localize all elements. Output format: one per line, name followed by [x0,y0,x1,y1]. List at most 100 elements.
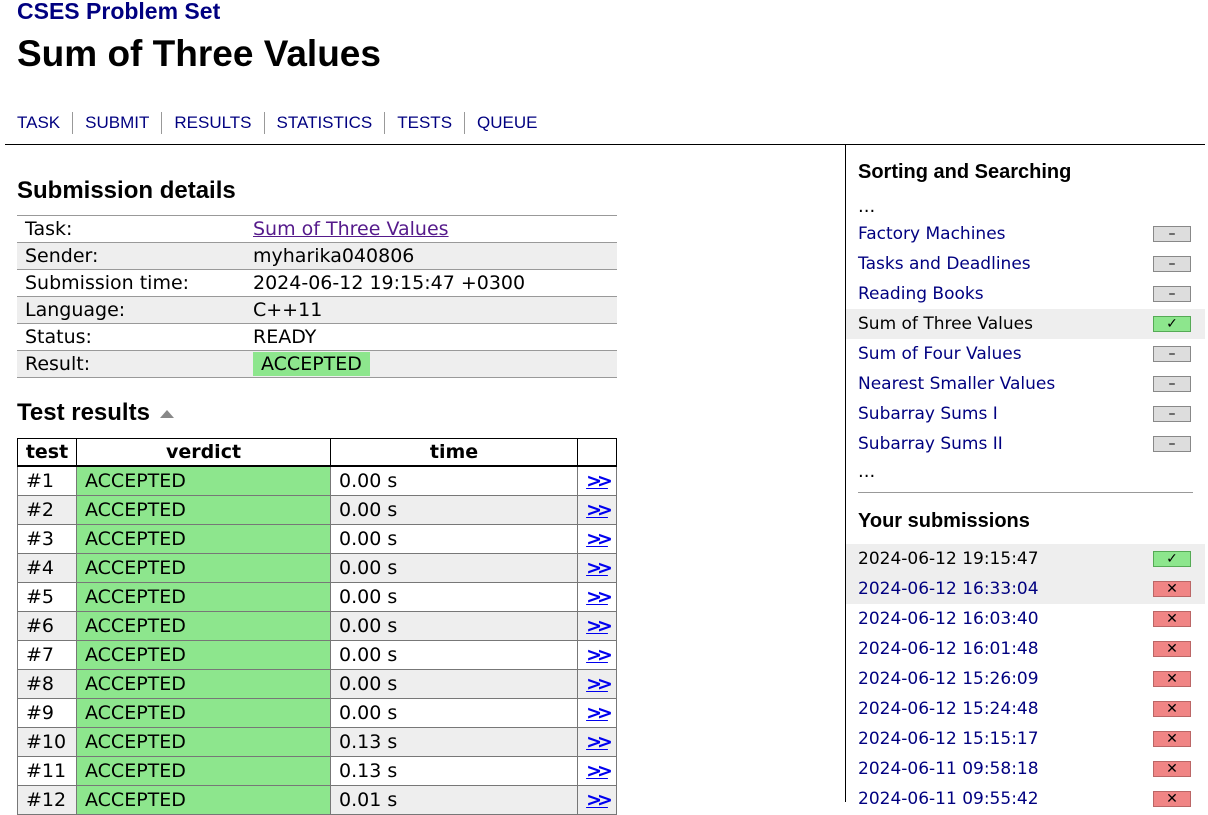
view-test-cell: >> [577,495,617,525]
problem-list-item[interactable]: Tasks and Deadlines – [846,249,1205,279]
problem-list-item[interactable]: Factory Machines – [846,219,1205,249]
table-row: #8 ACCEPTED 0.00 s >> [17,669,617,699]
submission-list-item[interactable]: 2024-06-12 19:15:47 ✓ [846,544,1205,574]
submission-link[interactable]: 2024-06-12 19:15:47 [858,549,1039,569]
submission-list-item[interactable]: 2024-06-12 15:26:09 ✕ [846,664,1205,694]
view-test-cell: >> [577,669,617,699]
site-title-link[interactable]: CSES Problem Set [17,0,220,25]
view-test-icon[interactable]: >> [586,702,613,724]
problem-list-item[interactable]: Sum of Four Values – [846,339,1205,369]
submission-list-item[interactable]: 2024-06-12 15:15:17 ✕ [846,724,1205,754]
view-test-icon[interactable]: >> [586,760,613,782]
view-test-icon[interactable]: >> [586,644,613,666]
problem-link[interactable]: Tasks and Deadlines [858,254,1031,274]
problem-list: Factory Machines – Tasks and Deadlines – Rea… [846,219,1205,459]
submission-link[interactable]: 2024-06-11 09:55:42 [858,789,1039,809]
problem-link[interactable]: Subarray Sums I [858,404,998,424]
problem-link[interactable]: Sum of Three Values [858,314,1033,334]
details-label: Language: [17,296,245,324]
problem-list-item[interactable]: Nearest Smaller Values – [846,369,1205,399]
submission-details-heading: Submission details [17,177,236,204]
collapse-toggle-icon[interactable] [159,409,174,418]
time-cell: 0.00 s [330,465,578,496]
view-test-cell: >> [577,465,617,496]
view-test-icon[interactable]: >> [586,615,613,637]
view-test-icon[interactable]: >> [586,586,613,608]
submission-link[interactable]: 2024-06-12 15:15:17 [858,729,1039,749]
verdict-cell: ACCEPTED [76,524,331,554]
test-number: #1 [17,465,77,496]
submission-link[interactable]: 2024-06-12 16:03:40 [858,609,1039,629]
view-test-icon[interactable]: >> [586,470,613,492]
time-cell: 0.00 s [330,669,578,699]
view-test-cell: >> [577,698,617,728]
submission-list-item[interactable]: 2024-06-11 09:58:18 ✕ [846,754,1205,784]
details-row-time: Submission time: 2024-06-12 19:15:47 +03… [17,269,617,297]
problem-list-item[interactable]: Sum of Three Values ✓ [846,309,1205,339]
submission-list-item[interactable]: 2024-06-11 09:55:42 ✕ [846,784,1205,814]
view-test-icon[interactable]: >> [586,528,613,550]
submission-list-item[interactable]: 2024-06-12 16:01:48 ✕ [846,634,1205,664]
table-header-row: test verdict time [17,438,617,467]
submission-link[interactable]: 2024-06-11 09:58:18 [858,759,1039,779]
dash-icon: – [1153,346,1191,362]
details-value: ACCEPTED [245,350,617,378]
submission-link[interactable]: 2024-06-12 15:24:48 [858,699,1039,719]
problem-link[interactable]: Reading Books [858,284,984,304]
problem-list-item[interactable]: Reading Books – [846,279,1205,309]
details-row-task: Task: Sum of Three Values [17,215,617,243]
cross-icon: ✕ [1153,671,1191,687]
check-icon: ✓ [1153,316,1191,332]
dash-icon: – [1153,256,1191,272]
nav-queue[interactable]: QUEUE [464,112,549,134]
verdict-cell: ACCEPTED [76,495,331,525]
nav-task[interactable]: TASK [17,112,72,134]
view-test-icon[interactable]: >> [586,499,613,521]
time-cell: 0.00 s [330,698,578,728]
submission-link[interactable]: 2024-06-12 15:26:09 [858,669,1039,689]
submission-link[interactable]: 2024-06-12 16:01:48 [858,639,1039,659]
sidebar-section-heading: Sorting and Searching [858,161,1072,183]
time-cell: 0.00 s [330,611,578,641]
view-test-cell: >> [577,611,617,641]
problem-link[interactable]: Nearest Smaller Values [858,374,1055,394]
nav-tests[interactable]: TESTS [384,112,464,134]
cross-icon: ✕ [1153,581,1191,597]
submission-list-item[interactable]: 2024-06-12 16:33:04 ✕ [846,574,1205,604]
problem-link[interactable]: Subarray Sums II [858,434,1003,454]
your-submissions-heading: Your submissions [858,510,1030,532]
time-cell: 0.00 s [330,582,578,612]
problem-link[interactable]: Sum of Four Values [858,344,1022,364]
verdict-cell: ACCEPTED [76,553,331,583]
view-test-icon[interactable]: >> [586,673,613,695]
verdict-cell: ACCEPTED [76,727,331,757]
view-test-icon[interactable]: >> [586,557,613,579]
submission-list-item[interactable]: 2024-06-12 15:24:48 ✕ [846,694,1205,724]
dash-icon: – [1153,436,1191,452]
details-row-sender: Sender: myharika040806 [17,242,617,270]
test-number: #7 [17,640,77,670]
details-value: myharika040806 [245,242,617,270]
table-row: #11 ACCEPTED 0.13 s >> [17,756,617,786]
table-row: #7 ACCEPTED 0.00 s >> [17,640,617,670]
submission-list-item[interactable]: 2024-06-12 16:03:40 ✕ [846,604,1205,634]
result-badge: ACCEPTED [253,352,370,376]
cross-icon: ✕ [1153,611,1191,627]
problem-list-item[interactable]: Subarray Sums I – [846,399,1205,429]
task-link[interactable]: Sum of Three Values [253,218,449,240]
view-test-icon[interactable]: >> [586,789,613,811]
submission-link[interactable]: 2024-06-12 16:33:04 [858,579,1039,599]
test-number: #5 [17,582,77,612]
nav-results[interactable]: RESULTS [161,112,263,134]
details-value: 2024-06-12 19:15:47 +0300 [245,269,617,297]
nav-statistics[interactable]: STATISTICS [263,112,385,134]
test-number: #6 [17,611,77,641]
header-divider [5,144,1205,145]
cross-icon: ✕ [1153,641,1191,657]
cross-icon: ✕ [1153,701,1191,717]
problem-list-item[interactable]: Subarray Sums II – [846,429,1205,459]
view-test-icon[interactable]: >> [586,731,613,753]
problem-link[interactable]: Factory Machines [858,224,1006,244]
test-number: #3 [17,524,77,554]
nav-submit[interactable]: SUBMIT [72,112,161,134]
